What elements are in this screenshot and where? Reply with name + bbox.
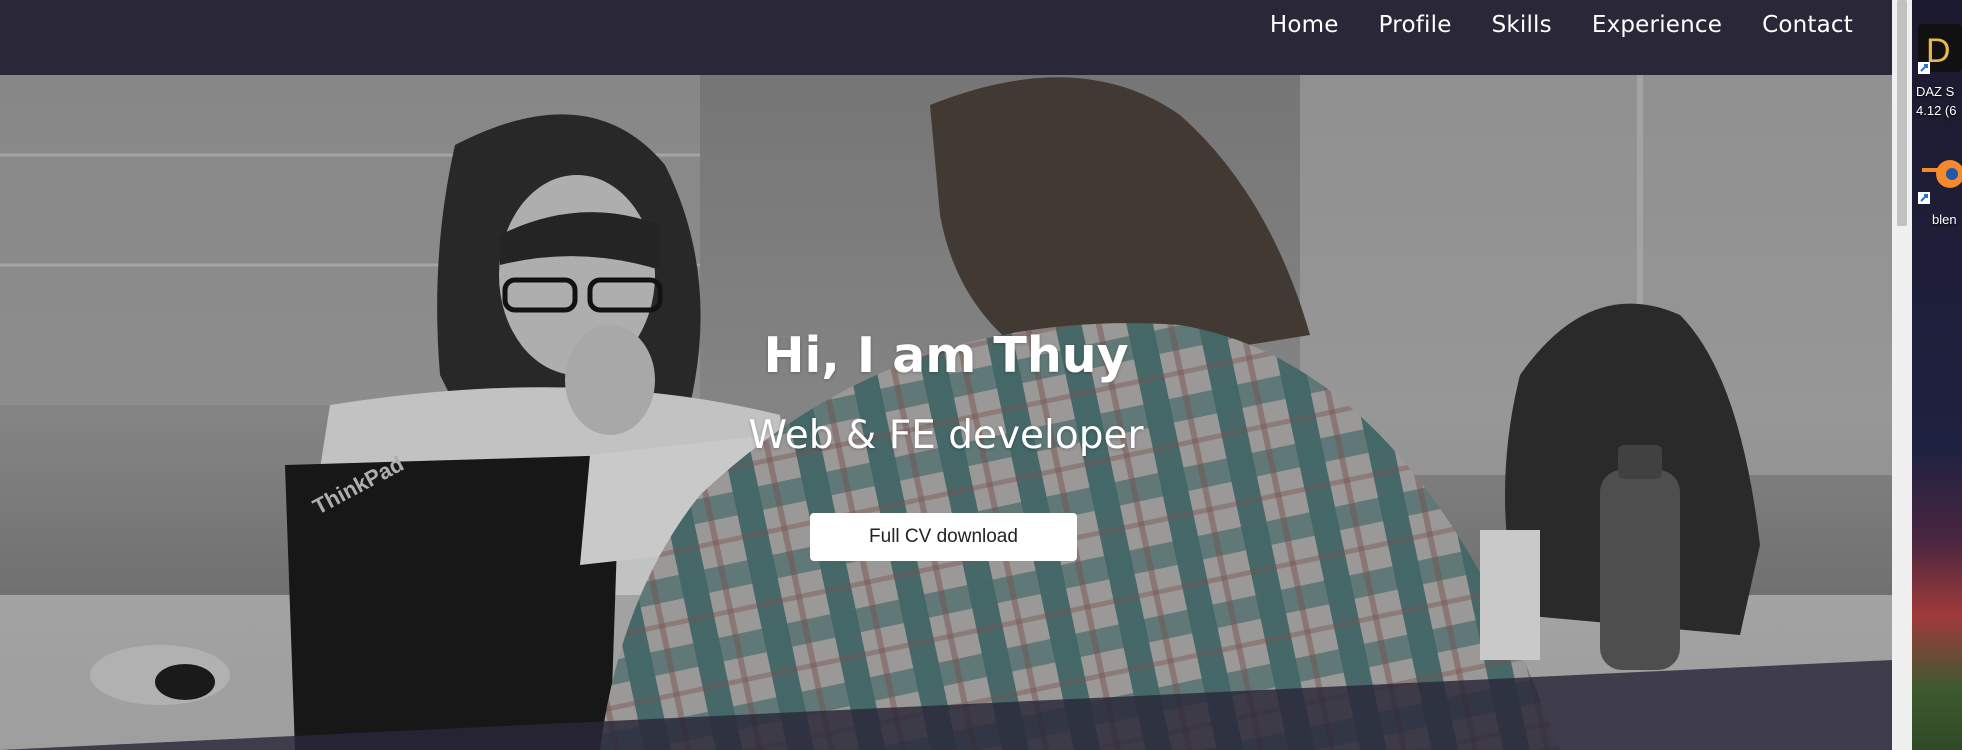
nav-experience-link[interactable]: Experience <box>1592 12 1722 38</box>
nav-skills-link[interactable]: Skills <box>1492 12 1552 38</box>
browser-viewport: Home Profile Skills Experience Contact T… <box>0 0 1892 750</box>
hero-section: ThinkPad Hi, I am Thuy Web & FE develope… <box>0 75 1892 750</box>
nav-profile-link[interactable]: Profile <box>1379 12 1452 38</box>
blender-icon[interactable] <box>1916 150 1962 214</box>
desktop-background: D DAZ S 4.12 (6 blen <box>1912 0 1962 750</box>
page-scrollbar[interactable] <box>1892 0 1912 750</box>
scrollbar-thumb[interactable] <box>1897 0 1907 226</box>
hero-subtitle: Web & FE developer <box>748 413 1144 458</box>
blender-label: blen <box>1932 212 1957 227</box>
nav-contact-link[interactable]: Contact <box>1762 12 1853 38</box>
daz-studio-label-2: 4.12 (6 <box>1916 103 1957 118</box>
hero-title: Hi, I am Thuy <box>763 327 1129 384</box>
nav-links: Home Profile Skills Experience Contact <box>1270 0 1853 50</box>
nav-home-link[interactable]: Home <box>1270 12 1339 38</box>
cv-download-button[interactable]: Full CV download <box>810 513 1077 561</box>
top-navbar: Home Profile Skills Experience Contact <box>0 0 1892 75</box>
daz-studio-label-1: DAZ S <box>1916 84 1955 99</box>
daz-studio-icon[interactable]: D <box>1916 22 1962 80</box>
hero-content: Hi, I am Thuy Web & FE developer Full CV… <box>0 75 1892 750</box>
